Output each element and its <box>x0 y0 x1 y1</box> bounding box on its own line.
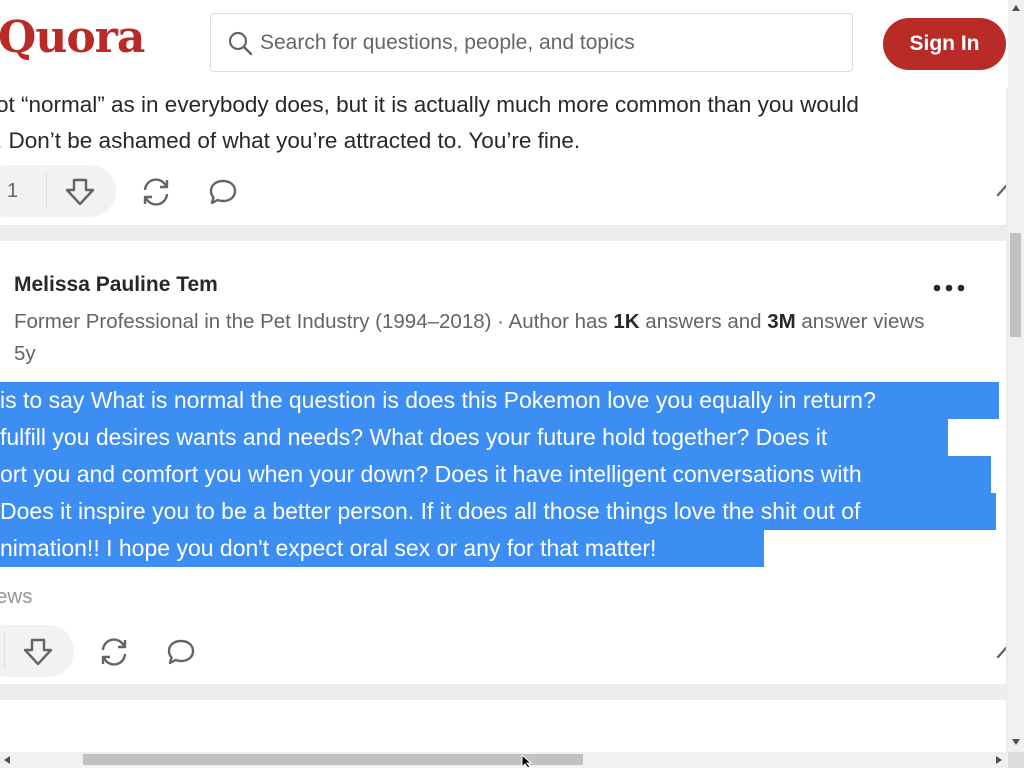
scroll-left-icon[interactable] <box>4 756 10 764</box>
vertical-scroll-thumb[interactable] <box>1010 233 1021 337</box>
views-count: 3M <box>767 310 796 333</box>
scroll-right-icon[interactable] <box>996 756 1002 764</box>
downvote-icon[interactable] <box>22 637 54 667</box>
answers-count: 1K <box>613 310 640 333</box>
answer-actions: 1 <box>0 165 300 217</box>
answer-text-line: ot “normal” as in everybody does, but it… <box>0 92 859 117</box>
share-icon[interactable] <box>140 177 172 207</box>
answer-actions <box>0 625 260 677</box>
answer-timestamp[interactable]: 5y <box>14 342 36 366</box>
selected-answer-line: ort you and comfort you when your down? … <box>0 456 991 493</box>
overflow-icon[interactable] <box>996 645 1006 659</box>
sign-in-button[interactable]: Sign In <box>883 18 1006 70</box>
scroll-down-icon[interactable] <box>1012 739 1020 745</box>
search-bar[interactable]: Search for questions, people, and topics <box>210 13 853 72</box>
share-icon[interactable] <box>98 637 130 667</box>
selected-answer-line: Does it inspire you to be a better perso… <box>0 493 996 530</box>
vote-divider <box>4 633 5 669</box>
comment-icon[interactable] <box>208 178 238 206</box>
scroll-up-icon[interactable] <box>1012 5 1020 11</box>
vertical-scrollbar[interactable] <box>1008 0 1024 752</box>
more-icon[interactable] <box>932 283 968 293</box>
comment-icon[interactable] <box>166 638 196 666</box>
mouse-cursor-icon <box>521 755 533 768</box>
quora-logo[interactable]: Quora <box>0 12 145 63</box>
top-header: Quora Search for questions, people, and … <box>0 0 1008 88</box>
answer-card: Melissa Pauline Tem Former Professional … <box>0 241 1006 684</box>
overflow-icon[interactable] <box>996 183 1006 197</box>
horizontal-scroll-thumb[interactable] <box>83 754 583 765</box>
answer-text-line: . Don’t be ashamed of what you’re attrac… <box>0 128 581 153</box>
scrollbar-corner <box>1008 752 1024 768</box>
answer-card: ot “normal” as in everybody does, but it… <box>0 88 1006 225</box>
upvote-count[interactable]: 1 <box>7 180 18 203</box>
search-icon <box>228 31 253 56</box>
selected-answer-line: is to say What is normal the question is… <box>0 382 999 419</box>
author-credential: Former Professional in the Pet Industry … <box>14 310 925 333</box>
search-input[interactable]: Search for questions, people, and topics <box>260 31 635 55</box>
selected-answer-line: fulfill you desires wants and needs? Wha… <box>0 419 948 456</box>
downvote-icon[interactable] <box>64 177 96 207</box>
selected-answer-line: nimation!! I hope you don't expect oral … <box>0 530 764 567</box>
author-name[interactable]: Melissa Pauline Tem <box>14 273 218 297</box>
vote-divider <box>46 173 47 209</box>
views-label: ews <box>0 585 33 608</box>
